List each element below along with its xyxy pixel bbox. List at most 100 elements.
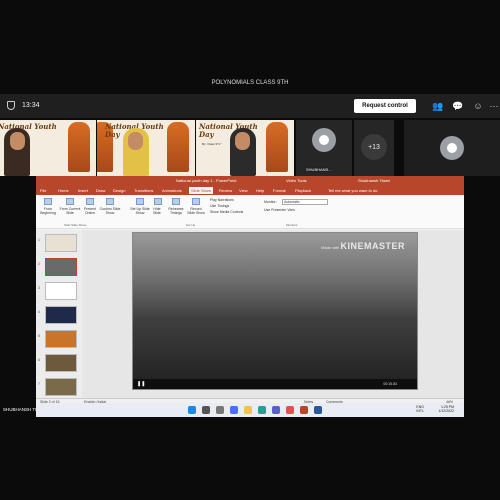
swami-portrait <box>167 122 189 172</box>
slide-editor: Made with KINEMASTER ❚❚ 00:15.83 <box>82 230 464 398</box>
more-participants-tile[interactable]: +13 <box>354 120 394 176</box>
edge-icon[interactable] <box>258 406 266 414</box>
tab-help[interactable]: Help <box>256 188 264 193</box>
chat-icon[interactable]: 💬 <box>452 100 464 112</box>
custom-show-button[interactable]: Custom Slide Show <box>99 207 121 215</box>
tab-animations[interactable]: Animations <box>162 188 182 193</box>
participant-strip: National Youth National Youth Day Nationa… <box>0 120 500 176</box>
tile-subtitle: By: Class 9"C" <box>202 142 222 146</box>
use-timings-checkbox[interactable]: Use Timings <box>210 204 229 208</box>
people-icon[interactable]: 👥 <box>432 100 444 112</box>
from-beginning-button[interactable]: From Beginning <box>38 207 58 215</box>
video-tools-label: Video Tools <box>286 178 307 183</box>
setup-show-button[interactable]: Set Up Slide Show <box>130 207 150 215</box>
video-time: 00:15.83 <box>383 382 397 386</box>
from-current-button[interactable]: From Current Slide <box>59 207 81 215</box>
tell-me-search[interactable]: Tell me what you want to do <box>328 188 377 193</box>
rehearse-icon <box>172 198 180 205</box>
avatar <box>440 136 464 160</box>
search-icon[interactable] <box>202 406 210 414</box>
from-current-icon <box>66 198 74 205</box>
slide-thumbnail[interactable] <box>45 234 77 252</box>
teams-icon[interactable] <box>272 406 280 414</box>
participant-face <box>235 132 250 150</box>
participant-tile[interactable] <box>404 120 500 176</box>
slide-thumbnail[interactable] <box>45 354 77 372</box>
tab-format[interactable]: Format <box>273 188 286 193</box>
video-player[interactable]: Made with KINEMASTER ❚❚ 00:15.83 <box>132 232 418 390</box>
participant-name: SHUBHANS... <box>306 167 332 172</box>
rehearse-button[interactable]: Rehearse Timings <box>165 207 187 215</box>
monitor-label: Monitor: <box>264 200 277 204</box>
reactions-icon[interactable]: ☺ <box>472 100 484 112</box>
tab-design[interactable]: Design <box>113 188 125 193</box>
powerpoint-window: National youth day 1 - PowerPoint Video … <box>36 176 464 405</box>
tab-transitions[interactable]: Transitions <box>134 188 153 193</box>
ppt-title-bar: National youth day 1 - PowerPoint Video … <box>36 176 464 186</box>
show-media-controls-checkbox[interactable]: Show Media Controls <box>210 210 243 214</box>
slide-thumbnail[interactable] <box>45 282 77 300</box>
slide-thumbnail[interactable] <box>45 306 77 324</box>
meeting-title: POLYNOMIALS CLASS 9TH <box>211 80 289 86</box>
record-button[interactable]: Record Slide Show <box>186 207 206 215</box>
participant-tile[interactable]: National Youth Day By: Class 9"C" <box>196 120 294 176</box>
hide-slide-button[interactable]: Hide Slide <box>150 207 164 215</box>
participant-face <box>128 132 143 150</box>
more-participants-count: +13 <box>361 134 387 160</box>
meeting-timer: 13:34 <box>22 102 40 109</box>
monitor-select[interactable]: Automatic <box>282 199 328 205</box>
slide-thumbnail[interactable] <box>45 330 77 348</box>
tab-playback[interactable]: Playback <box>295 188 311 193</box>
video-controls: ❚❚ 00:15.83 <box>133 379 417 389</box>
hide-slide-icon <box>154 198 162 205</box>
setup-show-icon <box>136 198 144 205</box>
monitors-group: Monitors <box>286 223 298 227</box>
watermark: Made with KINEMASTER <box>321 241 405 251</box>
tab-insert[interactable]: Insert <box>78 188 88 193</box>
from-beginning-icon <box>44 198 52 205</box>
tab-slide-show[interactable]: Slide Show <box>189 187 214 194</box>
ribbon: From Beginning From Current Slide Presen… <box>36 195 464 229</box>
meeting-toolbar: 13:34 Request control 👥 💬 ☺ ⋯ <box>0 94 500 118</box>
present-online-button[interactable]: Present Online <box>81 207 99 215</box>
participant-tile[interactable]: National Youth <box>0 120 96 176</box>
chrome-icon[interactable] <box>286 406 294 414</box>
clock[interactable]: 1:25 PM 1/12/2022 <box>438 405 454 413</box>
ribbon-tabs: File Home Insert Draw Design Transitions… <box>36 186 464 195</box>
tab-view[interactable]: View <box>239 188 248 193</box>
participant-tile-shubhansh[interactable]: SHUBHANS... <box>296 120 352 176</box>
slide-thumbnail[interactable] <box>45 378 77 396</box>
avatar <box>312 128 336 152</box>
slide-thumbnail-active[interactable] <box>45 258 77 276</box>
tab-file[interactable]: File <box>40 188 46 193</box>
account-name[interactable]: Shubhansh Tiwari <box>358 178 390 183</box>
start-icon[interactable] <box>188 406 196 414</box>
pause-icon[interactable]: ❚❚ <box>137 381 145 387</box>
windows-taskbar: ENG INTL 1:25 PM 1/12/2022 <box>36 403 464 417</box>
participant-face <box>10 132 25 150</box>
participant-tile[interactable]: National Youth Day <box>97 120 195 176</box>
start-slide-show-group: Start Slide Show <box>64 223 87 227</box>
request-control-button[interactable]: Request control <box>354 99 416 113</box>
word-icon[interactable] <box>314 406 322 414</box>
slide-thumbnails: 1 2 3 4 5 6 7 <box>36 230 82 398</box>
powerpoint-icon[interactable] <box>300 406 308 414</box>
tab-review[interactable]: Review <box>219 188 232 193</box>
file-explorer-icon[interactable] <box>244 406 252 414</box>
more-options-icon[interactable]: ⋯ <box>488 100 500 112</box>
swami-portrait <box>266 122 288 172</box>
tab-home[interactable]: Home <box>58 188 69 193</box>
play-narrations-checkbox[interactable]: Play Narrations <box>210 198 234 202</box>
present-online-icon <box>86 198 94 205</box>
widgets-icon[interactable] <box>230 406 238 414</box>
setup-group: Set Up <box>186 223 196 227</box>
tab-draw[interactable]: Draw <box>96 188 105 193</box>
use-presenter-view-checkbox[interactable]: Use Presenter View <box>264 208 295 212</box>
task-view-icon[interactable] <box>216 406 224 414</box>
document-title: National youth day 1 - PowerPoint <box>176 178 237 183</box>
record-icon <box>192 198 200 205</box>
custom-show-icon <box>106 198 114 205</box>
shield-icon <box>7 101 15 110</box>
language-indicator[interactable]: ENG INTL <box>416 405 424 413</box>
swami-portrait <box>68 122 90 172</box>
